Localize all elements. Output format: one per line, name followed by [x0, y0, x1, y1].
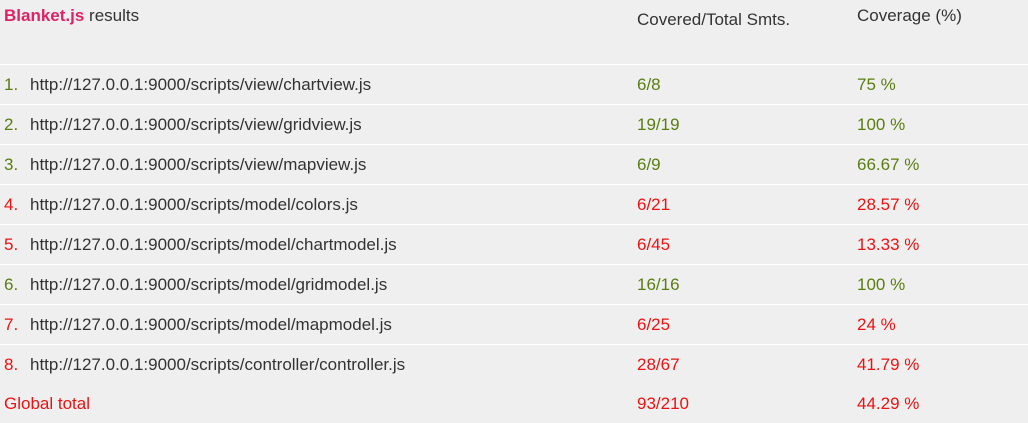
coverage-percent: 100 %: [857, 275, 906, 294]
covered-statements: 6/9: [637, 155, 661, 174]
table-row[interactable]: 7. http://127.0.0.1:9000/scripts/model/ma…: [0, 305, 1028, 345]
global-total-coverage: 44.29 %: [857, 394, 920, 413]
file-path[interactable]: http://127.0.0.1:9000/scripts/model/char…: [30, 225, 397, 264]
table-row[interactable]: 3. http://127.0.0.1:9000/scripts/view/map…: [0, 145, 1028, 185]
coverage-percent: 28.57 %: [857, 195, 920, 214]
covered-statements: 16/16: [637, 275, 680, 294]
global-total-label: Global total: [4, 394, 90, 413]
coverage-results-table: Blanket.js results Covered/Total Smts. C…: [0, 0, 1028, 422]
coverage-percent: 100 %: [857, 115, 906, 134]
column-header-coverage: Coverage (%): [857, 6, 962, 25]
table-row[interactable]: 1. http://127.0.0.1:9000/scripts/view/cha…: [0, 65, 1028, 105]
table-row[interactable]: 2. http://127.0.0.1:9000/scripts/view/gri…: [0, 105, 1028, 145]
file-path[interactable]: http://127.0.0.1:9000/scripts/model/colo…: [30, 185, 358, 224]
covered-statements: 6/45: [637, 235, 671, 254]
file-path[interactable]: http://127.0.0.1:9000/scripts/controller…: [30, 345, 405, 384]
file-path[interactable]: http://127.0.0.1:9000/scripts/view/gridv…: [30, 105, 362, 144]
table-row[interactable]: 4. http://127.0.0.1:9000/scripts/model/co…: [0, 185, 1028, 225]
coverage-percent: 24 %: [857, 315, 896, 334]
row-index: 6.: [4, 275, 19, 294]
row-index: 4.: [4, 195, 19, 214]
file-path[interactable]: http://127.0.0.1:9000/scripts/model/grid…: [30, 265, 387, 304]
coverage-percent: 13.33 %: [857, 235, 920, 254]
coverage-percent: 41.79 %: [857, 355, 920, 374]
brand-name: Blanket.js: [4, 6, 85, 25]
file-path[interactable]: http://127.0.0.1:9000/scripts/view/chart…: [30, 65, 371, 104]
covered-statements: 6/21: [637, 195, 671, 214]
results-title-suffix: results: [84, 6, 140, 25]
results-rows: 1. http://127.0.0.1:9000/scripts/view/cha…: [0, 65, 1028, 384]
results-title: Blanket.js results: [4, 6, 139, 26]
column-header-covered-total: Covered/Total Smts.: [637, 10, 791, 29]
table-header: Blanket.js results Covered/Total Smts. C…: [0, 0, 1028, 65]
table-row[interactable]: 8. http://127.0.0.1:9000/scripts/controll…: [0, 345, 1028, 384]
covered-statements: 6/8: [637, 75, 661, 94]
file-path[interactable]: http://127.0.0.1:9000/scripts/model/mapm…: [30, 305, 392, 344]
row-index: 3.: [4, 155, 19, 174]
covered-statements: 28/67: [637, 355, 680, 374]
row-index: 8.: [4, 355, 19, 374]
row-index: 5.: [4, 235, 19, 254]
global-total-row: Global total 93/210 44.29 %: [0, 384, 1028, 423]
table-row[interactable]: 6. http://127.0.0.1:9000/scripts/model/gr…: [0, 265, 1028, 305]
covered-statements: 6/25: [637, 315, 671, 334]
global-total-covered: 93/210: [637, 394, 689, 413]
coverage-percent: 66.67 %: [857, 155, 920, 174]
row-index: 7.: [4, 315, 19, 334]
covered-statements: 19/19: [637, 115, 680, 134]
coverage-percent: 75 %: [857, 75, 896, 94]
file-path[interactable]: http://127.0.0.1:9000/scripts/view/mapvi…: [30, 145, 366, 184]
row-index: 1.: [4, 75, 19, 94]
row-index: 2.: [4, 115, 19, 134]
table-row[interactable]: 5. http://127.0.0.1:9000/scripts/model/ch…: [0, 225, 1028, 265]
